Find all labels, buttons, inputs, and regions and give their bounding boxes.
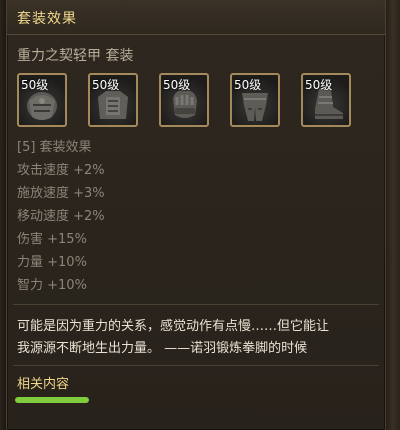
stat-line: 施放速度 +3% <box>17 186 105 201</box>
set-item-slot-2[interactable]: 50级 <box>88 73 138 127</box>
item-level-label: 50级 <box>234 78 262 92</box>
set-name: 重力之契轻甲 套装 <box>17 48 134 64</box>
flavor-text: 可能是因为重力的关系，感觉动作有点慢……但它能让 我源源不断地生出力量。 ——诺… <box>17 316 379 360</box>
stat-line: 移动速度 +2% <box>17 209 105 224</box>
stat-line: 智力 +10% <box>17 278 87 293</box>
set-item-slot-3[interactable]: 50级 <box>159 73 209 127</box>
item-level-label: 50级 <box>163 78 191 92</box>
tooltip-title: 套装效果 <box>17 11 77 27</box>
item-level-label: 50级 <box>92 78 120 92</box>
item-level-label: 50级 <box>305 78 333 92</box>
related-tab-indicator <box>15 397 89 403</box>
set-effect-tooltip: 套装效果 重力之契轻甲 套装 50级 50级 50级 50级 50级 [5] 套… <box>6 0 386 430</box>
related-content-tab[interactable]: 相关内容 <box>17 373 69 392</box>
item-level-label: 50级 <box>21 78 49 92</box>
stat-line: 力量 +10% <box>17 255 87 270</box>
stat-line: 伤害 +15% <box>17 232 87 247</box>
set-item-slot-5[interactable]: 50级 <box>301 73 351 127</box>
set-item-slot-4[interactable]: 50级 <box>230 73 280 127</box>
stat-line: 攻击速度 +2% <box>17 163 105 178</box>
section-divider <box>13 304 379 305</box>
flavor-text-line: 我源源不断地生出力量。 ——诺羽锻炼拳脚的时候 <box>17 341 308 356</box>
tooltip-header: 套装效果 <box>7 0 385 35</box>
set-item-list: 50级 50级 50级 50级 50级 <box>17 73 377 131</box>
flavor-text-line: 可能是因为重力的关系，感觉动作有点慢……但它能让 <box>17 319 330 334</box>
set-effect-heading: [5] 套装效果 <box>17 140 92 155</box>
set-item-slot-1[interactable]: 50级 <box>17 73 67 127</box>
section-divider <box>13 365 379 366</box>
